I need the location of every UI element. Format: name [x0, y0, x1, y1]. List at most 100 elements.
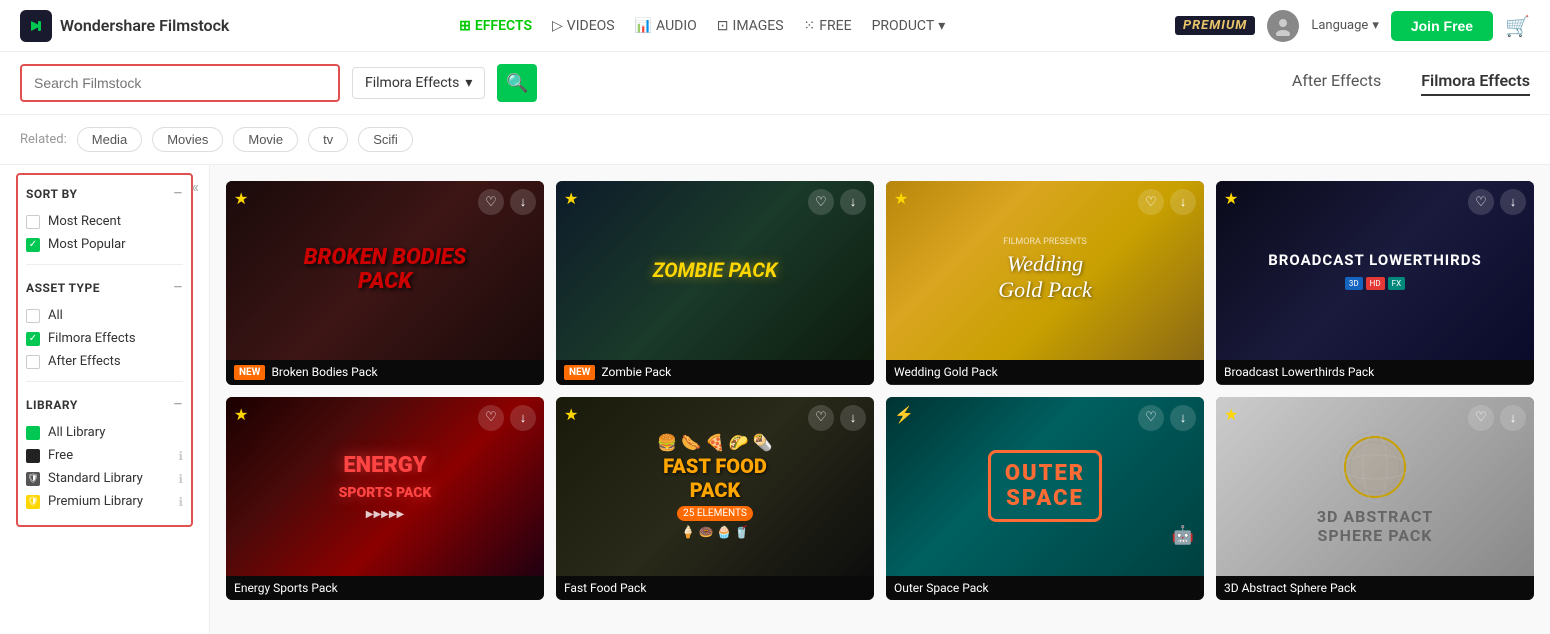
- star-icon: ⚡: [894, 405, 914, 424]
- star-icon: ★: [894, 189, 908, 208]
- card-energy-footer: Energy Sports Pack: [226, 576, 544, 600]
- standard-library-icon: 🛡: [26, 472, 40, 486]
- card-fastfood[interactable]: ★ ♡ ↓ 🍔 🌭 🍕 🌮 🌯 FAST FOODPACK 25 ELEMENT…: [556, 397, 874, 600]
- card-zombie-footer: NEW Zombie Pack: [556, 360, 874, 385]
- card-wedding[interactable]: ★ ♡ ↓ FILMORA PRESENTS WeddingGold Pack …: [886, 181, 1204, 385]
- nav-images[interactable]: ⊡ IMAGES: [717, 18, 784, 34]
- divider-2: [26, 381, 183, 382]
- favorite-button[interactable]: ♡: [808, 189, 834, 215]
- favorite-button[interactable]: ♡: [1138, 405, 1164, 431]
- favorite-button[interactable]: ♡: [1468, 405, 1494, 431]
- card-zombie-label: Zombie Pack: [601, 365, 671, 379]
- nav-product[interactable]: PRODUCT ▾: [872, 18, 946, 34]
- favorite-button[interactable]: ♡: [808, 405, 834, 431]
- nav-audio[interactable]: 📊 AUDIO: [635, 18, 697, 34]
- download-button[interactable]: ↓: [1170, 189, 1196, 215]
- abstract-title: 3D ABSTRACTSPHERE PACK: [1317, 507, 1433, 545]
- search-button[interactable]: 🔍: [497, 64, 537, 102]
- card-broadcast-label: Broadcast Lowerthirds Pack: [1224, 365, 1374, 379]
- tab-after-effects[interactable]: After Effects: [1292, 71, 1381, 96]
- logo-area[interactable]: Wondershare Filmstock: [20, 10, 229, 42]
- library-free[interactable]: Free ℹ: [26, 448, 183, 463]
- favorite-button[interactable]: ♡: [1138, 189, 1164, 215]
- library-premium[interactable]: 🛡 Premium Library ℹ: [26, 494, 183, 509]
- sort-most-popular[interactable]: ✓ Most Popular: [26, 237, 183, 252]
- library-standard[interactable]: 🛡 Standard Library ℹ: [26, 471, 183, 486]
- card-fastfood-label: Fast Food Pack: [564, 581, 646, 595]
- nav-effects[interactable]: ⊞ EFFECTS: [459, 18, 532, 34]
- search-input-wrap: [20, 64, 340, 102]
- brand-name: Wondershare Filmstock: [60, 16, 229, 35]
- sort-by-title: SORT BY: [26, 187, 77, 201]
- favorite-button[interactable]: ♡: [478, 405, 504, 431]
- asset-all[interactable]: All: [26, 308, 183, 323]
- related-tag-tv[interactable]: tv: [308, 127, 348, 152]
- card-outerspace-actions: ♡ ↓: [1138, 405, 1196, 431]
- star-icon: ★: [564, 189, 578, 208]
- download-button[interactable]: ↓: [510, 405, 536, 431]
- nav-links: ⊞ EFFECTS ▷ VIDEOS 📊 AUDIO ⊡ IMAGES ⁙ FR…: [459, 18, 945, 34]
- search-input[interactable]: [20, 64, 340, 102]
- nav-right: PREMIUM Language ▾ Join Free 🛒: [1175, 10, 1530, 42]
- nav-videos[interactable]: ▷ VIDEOS: [552, 18, 615, 34]
- asset-filmora-effects[interactable]: ✓ Filmora Effects: [26, 331, 183, 346]
- language-selector[interactable]: Language ▾: [1311, 18, 1379, 33]
- asset-type-header: ASSET TYPE −: [26, 277, 183, 298]
- related-label: Related:: [20, 132, 67, 147]
- library-all[interactable]: All Library: [26, 425, 183, 440]
- card-broadcast-footer: Broadcast Lowerthirds Pack: [1216, 360, 1534, 384]
- card-zombie[interactable]: ★ ♡ ↓ ZOMBIE PACK NEW Zombie Pack: [556, 181, 874, 385]
- card-abstract[interactable]: ★ ♡ ↓ 3D ABSTRACTSPHERE PACK: [1216, 397, 1534, 600]
- card-broken-bodies[interactable]: ★ ♡ ↓ BROKEN BODIESPACK NEW Broken Bodie…: [226, 181, 544, 385]
- filmora-effects-dropdown[interactable]: Filmora Effects ▾: [352, 67, 485, 99]
- premium-badge[interactable]: PREMIUM: [1175, 16, 1255, 35]
- star-icon: ★: [1224, 405, 1238, 424]
- download-button[interactable]: ↓: [1170, 405, 1196, 431]
- sort-popular-checkbox: ✓: [26, 238, 40, 252]
- download-button[interactable]: ↓: [510, 189, 536, 215]
- card-outerspace[interactable]: ⚡ ♡ ↓ OUTERSPACE 🤖 Outer Space Pack: [886, 397, 1204, 600]
- star-icon: ★: [234, 189, 248, 208]
- related-tag-movie[interactable]: Movie: [233, 127, 298, 152]
- library-collapse[interactable]: −: [173, 394, 183, 415]
- related-tag-media[interactable]: Media: [77, 127, 142, 152]
- card-wedding-actions: ♡ ↓: [1138, 189, 1196, 215]
- join-free-button[interactable]: Join Free: [1391, 11, 1493, 41]
- sort-most-recent[interactable]: Most Recent: [26, 214, 183, 229]
- download-button[interactable]: ↓: [1500, 405, 1526, 431]
- tab-filmora-effects[interactable]: Filmora Effects: [1421, 71, 1530, 96]
- asset-type-collapse[interactable]: −: [173, 277, 183, 298]
- premium-info-icon[interactable]: ℹ: [178, 495, 183, 509]
- sort-by-collapse[interactable]: −: [173, 183, 183, 204]
- card-energy[interactable]: ★ ♡ ↓ ENERGYSPORTS PACK ▶▶▶▶▶ Energy Spo…: [226, 397, 544, 600]
- download-button[interactable]: ↓: [840, 189, 866, 215]
- card-abstract-thumb: ★ ♡ ↓ 3D ABSTRACTSPHERE PACK: [1216, 397, 1534, 576]
- free-info-icon[interactable]: ℹ: [178, 449, 183, 463]
- related-tag-movies[interactable]: Movies: [152, 127, 223, 152]
- nav-free[interactable]: ⁙ FREE: [804, 18, 852, 34]
- favorite-button[interactable]: ♡: [1468, 189, 1494, 215]
- related-tag-scifi[interactable]: Scifi: [358, 127, 413, 152]
- asset-type-title: ASSET TYPE: [26, 281, 100, 295]
- premium-library-icon: 🛡: [26, 495, 40, 509]
- card-abstract-actions: ♡ ↓: [1468, 405, 1526, 431]
- card-broadcast[interactable]: ★ ♡ ↓ BROADCAST LOWERTHIRDS 3D HD FX: [1216, 181, 1534, 385]
- download-button[interactable]: ↓: [840, 405, 866, 431]
- effects-icon: ⊞: [459, 18, 471, 34]
- download-button[interactable]: ↓: [1500, 189, 1526, 215]
- cart-icon[interactable]: 🛒: [1505, 14, 1530, 38]
- favorite-button[interactable]: ♡: [478, 189, 504, 215]
- cards-grid: ★ ♡ ↓ BROKEN BODIESPACK NEW Broken Bodie…: [226, 181, 1534, 600]
- card-fastfood-actions: ♡ ↓: [808, 405, 866, 431]
- card-broadcast-actions: ♡ ↓: [1468, 189, 1526, 215]
- standard-info-icon[interactable]: ℹ: [178, 472, 183, 486]
- broadcast-title: BROADCAST LOWERTHIRDS: [1268, 251, 1482, 269]
- card-broken-bodies-label: Broken Bodies Pack: [271, 365, 377, 379]
- audio-icon: 📊: [635, 18, 652, 34]
- card-wedding-thumb: ★ ♡ ↓ FILMORA PRESENTS WeddingGold Pack: [886, 181, 1204, 360]
- avatar[interactable]: [1267, 10, 1299, 42]
- asset-after-effects[interactable]: After Effects: [26, 354, 183, 369]
- sidebar-collapse-button[interactable]: «: [191, 177, 199, 196]
- chevron-down-icon: ▾: [1372, 18, 1379, 33]
- card-broken-bodies-actions: ♡ ↓: [478, 189, 536, 215]
